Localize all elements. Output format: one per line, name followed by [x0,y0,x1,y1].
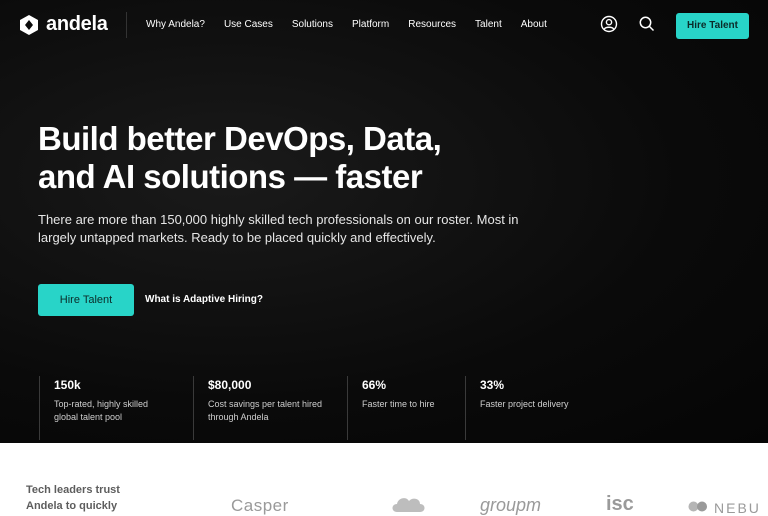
cloud-logo-icon [392,498,425,512]
user-icon[interactable] [600,15,618,33]
nav-item-solutions[interactable]: Solutions [292,19,333,30]
stat-cost-savings: $80,000 Cost savings per talent hired th… [193,376,328,440]
logo-isc: isc [606,493,634,515]
stat-value: 33% [480,378,505,392]
andela-logo-icon [20,14,38,35]
brand-name: andela [46,13,108,35]
nav-divider [126,12,127,38]
nav-item-platform[interactable]: Platform [352,19,389,30]
trust-heading: Tech leaders trust Andela to quickly [26,484,120,512]
nebula-logo-icon [688,501,707,512]
nav-item-resources[interactable]: Resources [408,19,456,30]
nav-item-use-cases[interactable]: Use Cases [224,19,273,30]
stat-time-to-hire: 66% Faster time to hire [347,376,482,440]
nav-item-about[interactable]: About [521,19,547,30]
nav-item-talent[interactable]: Talent [475,19,502,30]
hero-title-line-2: and AI solutions — faster [38,158,423,195]
andela-logo[interactable]: andela [18,13,108,36]
stat-value: 150k [54,378,81,392]
stat-value: 66% [362,378,387,392]
stat-value: $80,000 [208,378,252,392]
stat-description: Cost savings per talent hired through An… [208,399,323,422]
stat-description: Top-rated, highly skilled global talent … [54,399,149,422]
hero-title-line-1: Build better DevOps, Data, [38,120,442,157]
stat-project-delivery: 33% Faster project delivery [465,376,600,440]
stat-description: Faster time to hire [362,399,435,409]
main-nav: Why Andela? Use Cases Solutions Platform… [146,19,547,30]
adaptive-hiring-link[interactable]: What is Adaptive Hiring? [145,294,263,305]
hero-hire-talent-button[interactable]: Hire Talent [38,284,134,316]
hero-section: andela Why Andela? Use Cases Solutions P… [0,0,768,443]
search-icon[interactable] [638,15,656,33]
logo-casper: Casper [231,496,289,515]
nav-item-why-andela[interactable]: Why Andela? [146,19,205,30]
hero-title: Build better DevOps, Data, and AI soluti… [38,120,558,196]
logo-nebula: NEBU [714,500,761,516]
nav-hire-talent-button[interactable]: Hire Talent [676,13,749,39]
stat-description: Faster project delivery [480,399,569,409]
hero-subtitle: There are more than 150,000 highly skill… [38,212,519,245]
logo-groupm: groupm [480,495,542,515]
stat-talent-pool: 150k Top-rated, highly skilled global ta… [39,376,174,440]
